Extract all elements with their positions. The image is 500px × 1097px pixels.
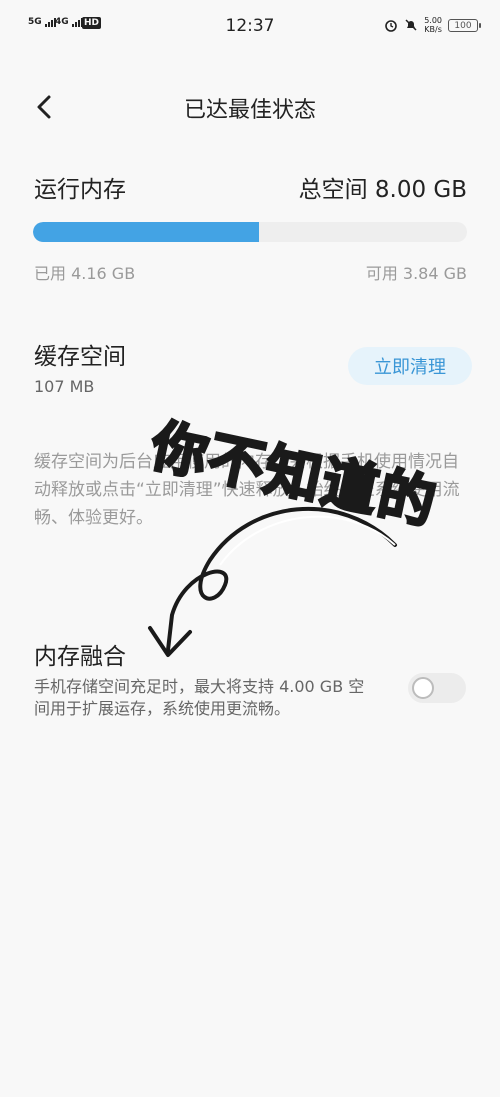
clean-now-button[interactable]: 立即清理	[348, 347, 472, 385]
memory-fusion-description: 手机存储空间充足时，最大将支持 4.00 GB 空间用于扩展运存，系统使用更流畅…	[34, 677, 365, 718]
ram-title: 运行内存	[34, 177, 126, 203]
ram-used: 已用 4.16 GB	[34, 264, 136, 283]
cache-title: 缓存空间	[34, 344, 126, 370]
battery-icon: 100	[448, 18, 481, 32]
battery-level: 100	[454, 20, 472, 31]
memory-fusion-title: 内存融合	[34, 644, 126, 670]
ram-free: 可用 3.84 GB	[365, 264, 467, 283]
cache-description: 缓存空间为后台应用使用的内存，会根据手机使用情况自动释放或点击“立即清理”快速释…	[34, 452, 460, 528]
mute-bell-icon	[405, 19, 417, 31]
network-speed-unit: KB/s	[424, 25, 442, 34]
alarm-icon	[385, 20, 397, 32]
status-bar: 5G 4G HD 12:37 5.00 KB/s 100	[0, 0, 500, 56]
ram-usage-fill	[33, 222, 259, 242]
cache-size: 107 MB	[34, 377, 95, 396]
ram-usage-bar	[33, 222, 467, 242]
ram-total: 总空间 8.00 GB	[298, 177, 467, 203]
curved-arrow-drawing	[148, 506, 397, 657]
nav-bar: 已达最佳状态	[0, 82, 500, 132]
page-title: 已达最佳状态	[183, 98, 316, 123]
memory-settings-screen: 5G 4G HD 12:37 5.00 KB/s 100 已达最佳状态 运行内存…	[0, 0, 500, 1097]
memory-fusion-toggle[interactable]	[408, 673, 466, 703]
network-speed: 5.00 KB/s	[424, 16, 442, 34]
toggle-knob	[412, 677, 434, 699]
status-right-icons: 5.00 KB/s 100	[384, 16, 481, 34]
network-speed-value: 5.00	[424, 16, 442, 25]
handwritten-overlay: 你不知道的	[0, 0, 500, 1097]
